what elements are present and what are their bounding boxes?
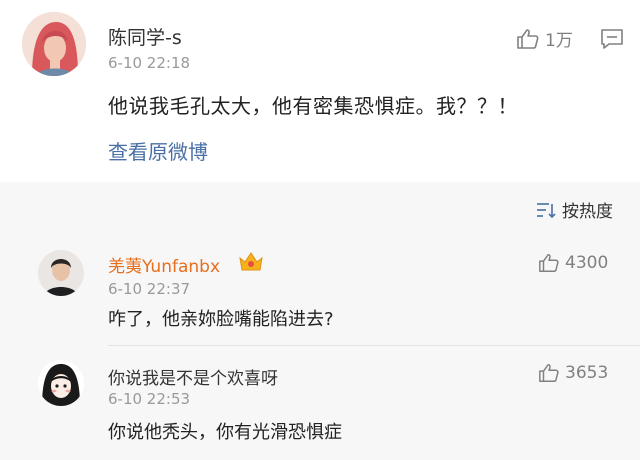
comment-like-count: 3653 <box>565 363 609 383</box>
original-post: 陈同学-s 6-10 22:18 1万 他说我毛孔太大，他有密集恐惧症。我？？！… <box>0 0 640 182</box>
vip-badge <box>238 250 264 276</box>
comment-like-button[interactable]: 3653 <box>538 362 608 384</box>
avatar-illustration <box>38 360 84 406</box>
thumbs-up-icon <box>539 364 559 382</box>
avatar-illustration <box>22 12 86 76</box>
post-username[interactable]: 陈同学-s <box>108 23 182 50</box>
divider <box>108 345 640 346</box>
avatar[interactable] <box>22 12 86 76</box>
sort-by-hot-button[interactable]: 按热度 <box>536 197 613 222</box>
sort-label: 按热度 <box>562 202 613 222</box>
avatar-photo <box>38 250 84 296</box>
post-time: 6-10 22:18 <box>108 54 191 72</box>
comment-username[interactable]: 羌荑Yunfanbx <box>108 252 220 277</box>
comment-time: 6-10 22:37 <box>108 280 191 298</box>
comment-time: 6-10 22:53 <box>108 390 191 408</box>
comment-text: 咋了，他亲妳脸嘴能陷进去? <box>108 309 334 330</box>
comment-username[interactable]: 你说我是不是个欢喜呀 <box>108 364 278 389</box>
thumbs-up-icon <box>517 28 539 49</box>
thumbs-up-icon <box>539 254 559 272</box>
comment-button[interactable] <box>600 28 624 54</box>
avatar[interactable] <box>38 360 84 406</box>
post-text: 他说我毛孔太大，他有密集恐惧症。我？？！ <box>108 94 518 118</box>
sort-icon <box>537 202 556 218</box>
comment-text: 你说他秃头，你有光滑恐惧症 <box>108 422 342 443</box>
post-like-count: 1万 <box>545 31 573 51</box>
post-like-button[interactable]: 1万 <box>516 26 573 51</box>
avatar[interactable] <box>38 250 84 296</box>
comment-like-count: 4300 <box>565 253 609 273</box>
view-original-link[interactable]: 查看原微博 <box>108 136 208 165</box>
comment-like-button[interactable]: 4300 <box>538 252 608 274</box>
vip-crown-icon <box>239 252 263 271</box>
comment-icon <box>601 29 623 49</box>
